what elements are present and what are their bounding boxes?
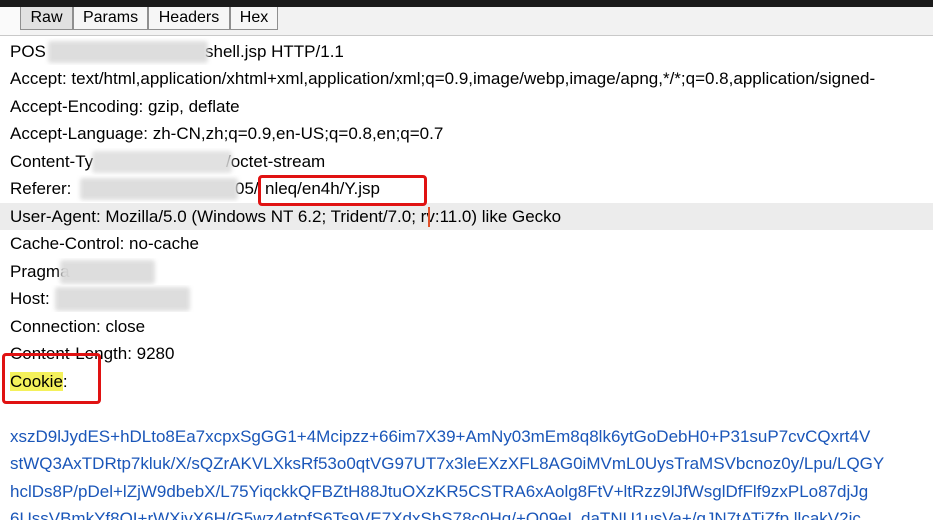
header-accept-language: Accept-Language: zh-CN,zh;q=0.9,en-US;q=…: [0, 120, 933, 147]
message-view-tabs: Raw Params Headers Hex: [0, 7, 933, 36]
header-content-type-label: Content-Ty: [10, 152, 94, 171]
tab-params[interactable]: Params: [73, 7, 148, 30]
body-line: stWQ3AxTDRtp7kluk/X/sQZrAKVLXksRf53o0qtV…: [0, 450, 933, 477]
request-line-path: shell.jsp HTTP/1.1: [205, 42, 344, 61]
header-pragma: Pragma: [0, 258, 933, 285]
redacted-content-type: [92, 151, 232, 173]
header-user-agent-text: User-Agent: Mozilla/5.0 (Windows NT 6.2;…: [10, 207, 562, 226]
request-line-method: POS: [10, 42, 46, 61]
header-cookie: Cookie:: [0, 368, 933, 395]
header-referer: Referer: 05/ nleq/en4h/Y.jsp: [0, 175, 933, 202]
cookie-annotation: [2, 353, 101, 404]
redacted-host: [55, 287, 190, 311]
header-accept-encoding: Accept-Encoding: gzip, deflate: [0, 93, 933, 120]
header-accept-encoding-text: Accept-Encoding: gzip, deflate: [10, 97, 240, 116]
request-line: POS shell.jsp HTTP/1.1: [0, 38, 933, 65]
redacted-path: [48, 41, 208, 63]
header-host: Host:: [0, 285, 933, 312]
redacted-referer-host: [80, 178, 238, 200]
header-accept: Accept: text/html,application/xhtml+xml,…: [0, 65, 933, 92]
body-line: xszD9lJydES+hDLto8Ea7xcpxSgGG1+4Mcipzz+6…: [0, 423, 933, 450]
header-cache-control: Cache-Control: no-cache: [0, 230, 933, 257]
header-referer-fragment: 05/: [235, 179, 259, 198]
header-connection: Connection: close: [0, 313, 933, 340]
body-line-text: 6UssVBmkYf8OI+rWXivX6H/G5wz4etpfS6Ts9VE7…: [10, 509, 861, 520]
header-accept-text: Accept: text/html,application/xhtml+xml,…: [10, 69, 876, 88]
body-line-text: hclDs8P/pDel+lZjW9dbebX/L75YiqckkQFBZtH8…: [10, 482, 869, 501]
text-caret: [428, 207, 430, 227]
body-line-text: stWQ3AxTDRtp7kluk/X/sQZrAKVLXksRf53o0qtV…: [10, 454, 885, 473]
body-line-text: xszD9lJydES+hDLto8Ea7xcpxSgGG1+4Mcipzz+6…: [10, 427, 871, 446]
header-accept-language-text: Accept-Language: zh-CN,zh;q=0.9,en-US;q=…: [10, 124, 444, 143]
header-content-type: Content-Ty /octet-stream: [0, 148, 933, 175]
header-referer-label: Referer:: [10, 179, 72, 198]
tabs-left-margin: [0, 7, 20, 35]
referer-path-annotation: [258, 175, 427, 206]
tab-hex[interactable]: Hex: [230, 7, 278, 30]
tab-raw[interactable]: Raw: [20, 7, 73, 30]
header-host-label: Host:: [10, 289, 50, 308]
tab-headers[interactable]: Headers: [148, 7, 230, 30]
header-content-length: Content-Length: 9280: [0, 340, 933, 367]
http-request-panel: Raw Params Headers Hex POS shell.jsp HTT…: [0, 7, 933, 520]
redacted-pragma: [60, 260, 155, 284]
window-top-edge: [0, 0, 933, 7]
header-user-agent: User-Agent: Mozilla/5.0 (Windows NT 6.2;…: [0, 203, 933, 230]
header-content-type-value: /octet-stream: [226, 152, 326, 171]
raw-request-editor[interactable]: POS shell.jsp HTTP/1.1 Accept: text/html…: [0, 38, 933, 520]
header-cache-control-text: Cache-Control: no-cache: [10, 234, 199, 253]
header-connection-text: Connection: close: [10, 317, 146, 336]
body-line: hclDs8P/pDel+lZjW9dbebX/L75YiqckkQFBZtH8…: [0, 478, 933, 505]
body-line: 6UssVBmkYf8OI+rWXivX6H/G5wz4etpfS6Ts9VE7…: [0, 505, 933, 520]
